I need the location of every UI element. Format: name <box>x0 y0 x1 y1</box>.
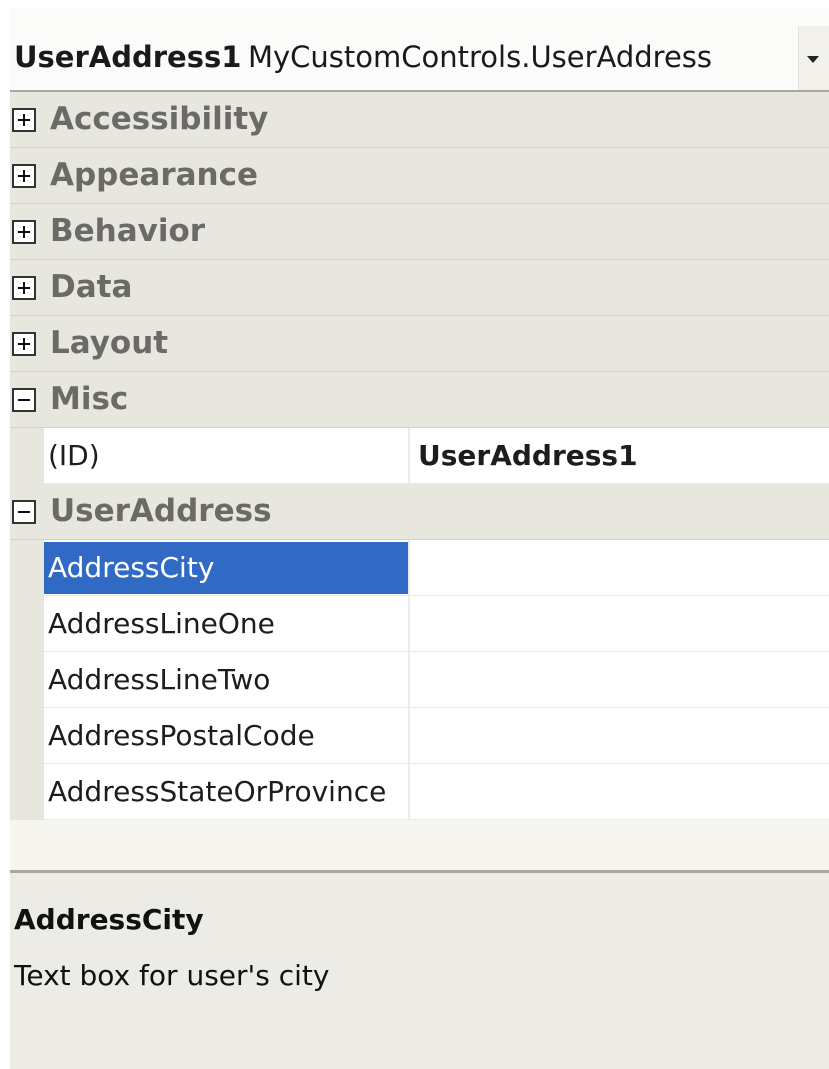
property-name: (ID) <box>48 439 100 472</box>
object-type: MyCustomControls.UserAddress <box>248 40 713 74</box>
column-splitter[interactable] <box>408 596 410 652</box>
category-label: Data <box>50 269 133 305</box>
description-pane: AddressCity Text box for user's city <box>10 870 829 1069</box>
expand-icon[interactable] <box>12 164 36 188</box>
property-name: AddressLineTwo <box>48 663 271 696</box>
property-row-addresslinetwo[interactable]: AddressLineTwo <box>10 652 829 708</box>
property-row-id[interactable]: (ID) UserAddress1 <box>10 428 829 484</box>
description-text: Text box for user's city <box>14 959 330 992</box>
expand-icon[interactable] <box>12 108 36 132</box>
property-row-addresspostalcode[interactable]: AddressPostalCode <box>10 708 829 764</box>
category-label: Behavior <box>50 213 206 249</box>
category-label: UserAddress <box>50 493 272 529</box>
property-grid: Accessibility Appearance Behavior Data L… <box>10 92 829 828</box>
property-name: AddressStateOrProvince <box>48 775 387 808</box>
property-row-addresscity[interactable]: AddressCity <box>10 540 829 596</box>
property-name: AddressLineOne <box>48 607 275 640</box>
description-title: AddressCity <box>14 903 204 936</box>
collapse-icon[interactable] <box>12 500 36 524</box>
property-name: AddressCity <box>48 551 215 584</box>
category-appearance[interactable]: Appearance <box>10 148 829 204</box>
object-name: UserAddress1 <box>14 40 242 74</box>
column-splitter[interactable] <box>408 540 410 596</box>
category-label: Layout <box>50 325 169 361</box>
expand-icon[interactable] <box>12 276 36 300</box>
column-splitter[interactable] <box>408 428 410 484</box>
column-splitter[interactable] <box>408 652 410 708</box>
category-useraddress[interactable]: UserAddress <box>10 484 829 540</box>
property-value[interactable]: UserAddress1 <box>418 439 638 472</box>
object-selector[interactable]: UserAddress1 MyCustomControls.UserAddres… <box>10 8 829 92</box>
category-label: Accessibility <box>50 101 269 137</box>
property-name: AddressPostalCode <box>48 719 315 752</box>
category-accessibility[interactable]: Accessibility <box>10 92 829 148</box>
property-row-addressstateorprovince[interactable]: AddressStateOrProvince <box>10 764 829 820</box>
category-behavior[interactable]: Behavior <box>10 204 829 260</box>
property-row-addresslineone[interactable]: AddressLineOne <box>10 596 829 652</box>
collapse-icon[interactable] <box>12 388 36 412</box>
category-misc[interactable]: Misc <box>10 372 829 428</box>
expand-icon[interactable] <box>12 332 36 356</box>
category-label: Misc <box>50 381 129 417</box>
expand-icon[interactable] <box>12 220 36 244</box>
column-splitter[interactable] <box>408 764 410 820</box>
column-splitter[interactable] <box>408 708 410 764</box>
category-data[interactable]: Data <box>10 260 829 316</box>
chevron-down-icon[interactable] <box>798 26 829 90</box>
properties-window: UserAddress1 MyCustomControls.UserAddres… <box>10 8 829 1069</box>
category-layout[interactable]: Layout <box>10 316 829 372</box>
category-label: Appearance <box>50 157 258 193</box>
